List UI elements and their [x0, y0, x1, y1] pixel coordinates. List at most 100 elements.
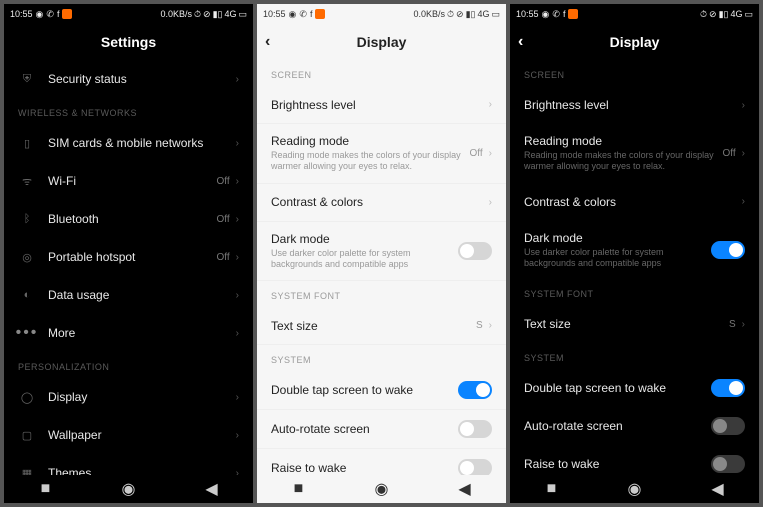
dark-mode-toggle[interactable]: [458, 242, 492, 260]
raise-toggle[interactable]: [458, 459, 492, 475]
row-raise[interactable]: Raise to wake: [510, 445, 759, 475]
wallpaper-icon: ▢: [18, 429, 36, 442]
chevron-right-icon: ›: [742, 148, 745, 159]
nav-back[interactable]: ◀: [197, 479, 227, 499]
nav-home[interactable]: ◉: [620, 479, 650, 499]
shield-icon: ⛨: [18, 73, 36, 86]
chevron-right-icon: ›: [489, 148, 492, 159]
facebook-icon: f: [310, 9, 313, 19]
row-dark-mode[interactable]: Dark mode Use darker color palette for s…: [257, 222, 506, 282]
alarm-icon: ⏱: [447, 9, 454, 20]
hotspot-icon: ◎: [18, 251, 36, 264]
display-icon: ◯: [18, 391, 36, 404]
status-bar: 10:55 ◉ ✆ f 0.0KB/s ⏱ ⊘ ▮▯ 4G ▭: [257, 4, 506, 24]
back-button[interactable]: ‹: [265, 24, 270, 60]
nav-recents[interactable]: ■: [537, 480, 567, 498]
battery-icon: ▭: [744, 9, 753, 20]
raise-toggle[interactable]: [711, 455, 745, 473]
network-label: 4G: [477, 9, 489, 19]
sim-icon: ▯: [18, 137, 36, 150]
chevron-right-icon: ›: [236, 252, 239, 263]
chevron-right-icon: ›: [742, 100, 745, 111]
row-brightness[interactable]: Brightness level ›: [510, 86, 759, 124]
double-tap-toggle[interactable]: [458, 381, 492, 399]
location-icon: ◉: [36, 9, 44, 20]
whatsapp-icon: ✆: [552, 9, 560, 20]
nav-recents[interactable]: ■: [284, 480, 314, 498]
row-security[interactable]: ⛨ Security status ›: [4, 60, 253, 98]
nav-back[interactable]: ◀: [450, 479, 480, 499]
row-auto-rotate[interactable]: Auto-rotate screen: [510, 407, 759, 445]
row-raise[interactable]: Raise to wake: [257, 449, 506, 475]
nav-bar: ■ ◉ ◀: [4, 475, 253, 503]
chevron-right-icon: ›: [489, 197, 492, 208]
wifi-value: Off: [217, 176, 230, 187]
chevron-right-icon: ›: [236, 328, 239, 339]
row-text-size[interactable]: Text size S ›: [510, 305, 759, 343]
network-label: 4G: [224, 9, 236, 19]
chevron-right-icon: ›: [489, 99, 492, 110]
section-font: SYSTEM FONT: [510, 279, 759, 305]
alarm-icon: ⏱: [194, 9, 201, 20]
nav-home[interactable]: ◉: [367, 479, 397, 499]
display-list: SCREEN Brightness level › Reading mode R…: [510, 60, 759, 475]
row-double-tap[interactable]: Double tap screen to wake: [257, 371, 506, 410]
page-title: Settings: [101, 34, 156, 50]
chevron-right-icon: ›: [236, 138, 239, 149]
row-wallpaper[interactable]: ▢ Wallpaper ›: [4, 416, 253, 454]
app-badge-icon: [62, 9, 72, 19]
row-wifi[interactable]: ᯤ Wi-Fi Off ›: [4, 162, 253, 200]
title-bar: ‹ Display: [257, 24, 506, 60]
dark-mode-toggle[interactable]: [711, 241, 745, 259]
bluetooth-icon: ᛒ: [18, 213, 36, 225]
data-rate: 0.0KB/s: [413, 9, 445, 19]
chevron-right-icon: ›: [742, 319, 745, 330]
auto-rotate-toggle[interactable]: [711, 417, 745, 435]
row-contrast[interactable]: Contrast & colors ›: [510, 183, 759, 221]
back-button[interactable]: ‹: [518, 24, 523, 60]
facebook-icon: f: [563, 9, 566, 19]
row-display[interactable]: ◯ Display ›: [4, 378, 253, 416]
text-size-value: S: [729, 319, 736, 330]
chevron-right-icon: ›: [236, 290, 239, 301]
status-time: 10:55: [516, 9, 539, 19]
row-sim[interactable]: ▯ SIM cards & mobile networks ›: [4, 124, 253, 162]
section-font: SYSTEM FONT: [257, 281, 506, 307]
row-text-size[interactable]: Text size S ›: [257, 307, 506, 345]
whatsapp-icon: ✆: [46, 9, 54, 20]
title-bar: ‹ Display: [510, 24, 759, 60]
app-badge-icon: [315, 9, 325, 19]
more-icon: •••: [18, 324, 36, 342]
row-brightness[interactable]: Brightness level ›: [257, 86, 506, 124]
row-reading-mode[interactable]: Reading mode Reading mode makes the colo…: [510, 124, 759, 183]
dnd-icon: ⊘: [203, 9, 211, 20]
page-title: Display: [357, 34, 407, 50]
whatsapp-icon: ✆: [299, 9, 307, 20]
row-themes[interactable]: ▦ Themes ›: [4, 454, 253, 475]
chevron-right-icon: ›: [236, 392, 239, 403]
section-system: SYSTEM: [257, 345, 506, 371]
nav-home[interactable]: ◉: [114, 479, 144, 499]
battery-icon: ▭: [238, 9, 247, 20]
row-double-tap[interactable]: Double tap screen to wake: [510, 369, 759, 407]
phone-settings-dark: 10:55 ◉ ✆ f 0.0KB/s ⏱ ⊘ ▮▯ 4G ▭ Settings…: [4, 4, 253, 503]
phone-display-light: 10:55 ◉ ✆ f 0.0KB/s ⏱ ⊘ ▮▯ 4G ▭ ‹ Displa…: [257, 4, 506, 503]
row-bluetooth[interactable]: ᛒ Bluetooth Off ›: [4, 200, 253, 238]
section-screen: SCREEN: [510, 60, 759, 86]
row-dark-mode[interactable]: Dark mode Use darker color palette for s…: [510, 221, 759, 280]
themes-icon: ▦: [18, 467, 36, 476]
dnd-icon: ⊘: [709, 9, 717, 20]
row-auto-rotate[interactable]: Auto-rotate screen: [257, 410, 506, 449]
row-more[interactable]: ••• More ›: [4, 314, 253, 352]
nav-bar: ■ ◉ ◀: [257, 475, 506, 503]
row-contrast[interactable]: Contrast & colors ›: [257, 184, 506, 222]
status-bar: 10:55 ◉ ✆ f 0.0KB/s ⏱ ⊘ ▮▯ 4G ▭: [4, 4, 253, 24]
auto-rotate-toggle[interactable]: [458, 420, 492, 438]
double-tap-toggle[interactable]: [711, 379, 745, 397]
row-hotspot[interactable]: ◎ Portable hotspot Off ›: [4, 238, 253, 276]
facebook-icon: f: [57, 9, 60, 19]
row-reading-mode[interactable]: Reading mode Reading mode makes the colo…: [257, 124, 506, 184]
nav-recents[interactable]: ■: [31, 480, 61, 498]
row-data-usage[interactable]: ◐ Data usage ›: [4, 276, 253, 314]
nav-back[interactable]: ◀: [703, 479, 733, 499]
